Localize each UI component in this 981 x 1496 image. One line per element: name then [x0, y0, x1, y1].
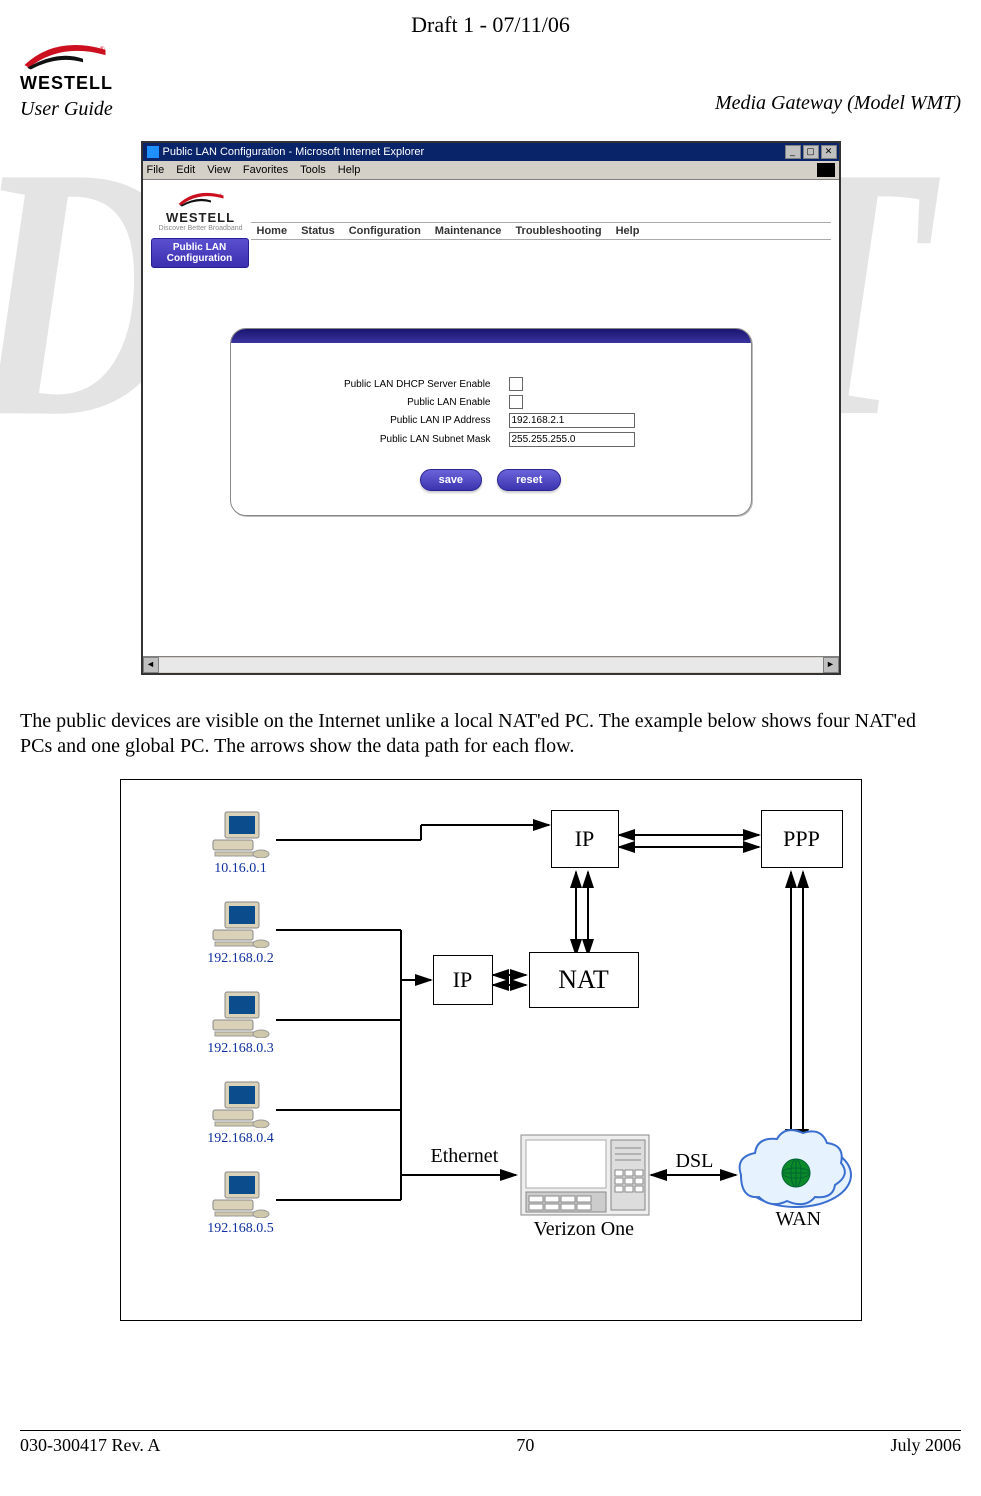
minimize-button[interactable]: _	[785, 145, 801, 159]
menu-view[interactable]: View	[207, 164, 231, 176]
pc-1-ip: 10.16.0.1	[206, 861, 276, 877]
nav-maintenance[interactable]: Maintenance	[435, 225, 502, 237]
pc-3: 192.168.0.3	[206, 990, 276, 1057]
ip-left-box: IP	[433, 955, 493, 1005]
menu-favorites[interactable]: Favorites	[243, 164, 288, 176]
computer-icon	[211, 810, 271, 858]
lan-enable-checkbox[interactable]	[509, 395, 523, 409]
pc-4-ip: 192.168.0.4	[206, 1131, 276, 1147]
ethernet-label: Ethernet	[431, 1145, 499, 1168]
menu-tools[interactable]: Tools	[300, 164, 326, 176]
pc-5: 192.168.0.5	[206, 1170, 276, 1237]
footer-right: July 2006	[890, 1435, 961, 1456]
computer-icon	[211, 1080, 271, 1128]
lan-ip-input[interactable]	[509, 413, 635, 428]
lan-ip-label: Public LAN IP Address	[271, 415, 499, 426]
pc-2-ip: 192.168.0.2	[206, 951, 276, 967]
dhcp-enable-label: Public LAN DHCP Server Enable	[271, 379, 499, 390]
ie-menubar: File Edit View Favorites Tools Help	[143, 161, 839, 180]
scroll-right-icon[interactable]: ►	[823, 657, 839, 673]
reset-button[interactable]: reset	[497, 469, 561, 491]
user-guide-label: User Guide	[20, 98, 150, 121]
ie-icon	[147, 146, 159, 158]
pc-1: 10.16.0.1	[206, 810, 276, 877]
menu-edit[interactable]: Edit	[176, 164, 195, 176]
page-footer: 030-300417 Rev. A 70 July 2006	[20, 1430, 961, 1456]
draft-header: Draft 1 - 07/11/06	[20, 12, 961, 38]
lan-mask-input[interactable]	[509, 432, 635, 447]
westell-logo: ® WESTELL User Guide	[20, 42, 150, 121]
horizontal-scrollbar[interactable]: ◄ ►	[143, 656, 839, 673]
svg-text:®: ®	[219, 193, 222, 198]
save-button[interactable]: save	[420, 469, 482, 491]
nav-help[interactable]: Help	[616, 225, 640, 237]
body-paragraph: The public devices are visible on the In…	[20, 709, 951, 759]
logo-swoosh-icon: ®	[20, 42, 110, 70]
ie-screenshot: Public LAN Configuration - Microsoft Int…	[141, 141, 841, 675]
svg-text:®: ®	[99, 46, 105, 54]
network-diagram: 10.16.0.1 192.168.0.2 192.168.0.3	[120, 779, 862, 1321]
router-brand: WESTELL	[151, 210, 251, 225]
nat-box: NAT	[529, 952, 639, 1008]
scroll-track[interactable]	[159, 658, 823, 672]
config-panel: Public LAN DHCP Server Enable Public LAN…	[230, 328, 752, 516]
dhcp-enable-checkbox[interactable]	[509, 377, 523, 391]
pc-2: 192.168.0.2	[206, 900, 276, 967]
ie-throbber-icon	[817, 163, 835, 177]
menu-help[interactable]: Help	[338, 164, 361, 176]
ie-titlebar: Public LAN Configuration - Microsoft Int…	[143, 143, 839, 161]
router-nav: Home Status Configuration Maintenance Tr…	[251, 222, 831, 240]
router-logo-swoosh-icon: ®	[176, 188, 226, 210]
ip-top-box: IP	[551, 810, 619, 868]
computer-icon	[211, 900, 271, 948]
router-tagline: Discover Better Broadband	[151, 225, 251, 232]
computer-icon	[211, 1170, 271, 1218]
lan-mask-label: Public LAN Subnet Mask	[271, 434, 499, 445]
menu-file[interactable]: File	[147, 164, 165, 176]
ppp-box: PPP	[761, 810, 843, 868]
close-button[interactable]: ✕	[821, 145, 837, 159]
dsl-label: DSL	[676, 1150, 714, 1173]
computer-icon	[211, 990, 271, 1038]
model-label: Media Gateway (Model WMT)	[715, 92, 961, 115]
verizon-one-label: Verizon One	[534, 1218, 635, 1241]
scroll-left-icon[interactable]: ◄	[143, 657, 159, 673]
nav-status[interactable]: Status	[301, 225, 335, 237]
nav-configuration[interactable]: Configuration	[349, 225, 421, 237]
logo-text: WESTELL	[20, 73, 150, 94]
router-page: ® WESTELL Discover Better Broadband Publ…	[143, 180, 839, 656]
pc-3-ip: 192.168.0.3	[206, 1041, 276, 1057]
lan-enable-label: Public LAN Enable	[271, 397, 499, 408]
panel-header-bar	[231, 329, 751, 343]
nav-home[interactable]: Home	[257, 225, 288, 237]
maximize-button[interactable]: ▢	[803, 145, 819, 159]
wan-label: WAN	[776, 1208, 822, 1231]
footer-left: 030-300417 Rev. A	[20, 1435, 160, 1456]
sidebar-public-lan-button[interactable]: Public LAN Configuration	[151, 238, 249, 268]
pc-5-ip: 192.168.0.5	[206, 1221, 276, 1237]
router-logo: ® WESTELL Discover Better Broadband Publ…	[151, 188, 251, 268]
footer-page-number: 70	[516, 1435, 534, 1456]
pc-4: 192.168.0.4	[206, 1080, 276, 1147]
nav-troubleshooting[interactable]: Troubleshooting	[515, 225, 601, 237]
ie-title-text: Public LAN Configuration - Microsoft Int…	[163, 146, 425, 158]
